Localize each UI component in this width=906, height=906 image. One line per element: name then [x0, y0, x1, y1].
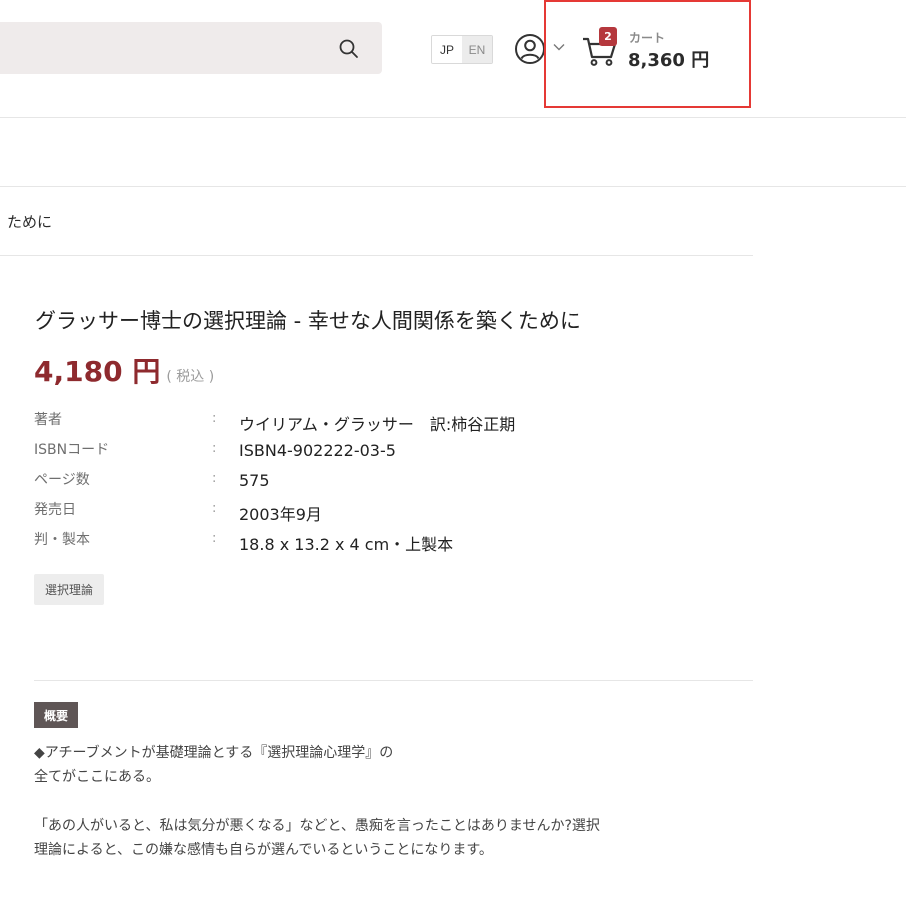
language-switch: JP EN: [431, 35, 493, 64]
spec-value: ウイリアム・グラッサー 訳:柿谷正期: [239, 415, 516, 434]
spec-value: 575: [239, 471, 270, 490]
cart-count-badge: 2: [599, 27, 617, 46]
spec-row-format: 判・製本 : 18.8 x 13.2 x 4 cm・上製本: [34, 529, 674, 559]
tax-note: ( 税込 ): [166, 369, 215, 385]
spec-label: 発売日: [34, 502, 76, 518]
spec-colon: :: [212, 441, 217, 456]
spec-row-isbn: ISBNコード : ISBN4-902222-03-5: [34, 439, 674, 469]
spec-label: 著者: [34, 412, 62, 428]
lang-en-button[interactable]: EN: [462, 36, 492, 63]
search-bar[interactable]: [0, 22, 382, 74]
spec-colon: :: [212, 501, 217, 516]
summary-line: 全てがここにある。: [34, 769, 160, 785]
spec-label: ISBNコード: [34, 442, 110, 458]
summary-line: 理論によると、この嫌な感情も自らが選んでいるということになります。: [34, 842, 493, 858]
nav-bar: [0, 118, 906, 187]
site-header: JP EN 2 カート 8,360 円: [0, 0, 906, 118]
search-input[interactable]: [10, 22, 320, 74]
spec-label: ページ数: [34, 472, 90, 488]
spec-value: 2003年9月: [239, 505, 322, 524]
spec-row-release: 発売日 : 2003年9月: [34, 499, 674, 529]
cart-label[interactable]: カート: [629, 29, 665, 46]
cart-total[interactable]: 8,360 円: [628, 46, 709, 72]
summary-line: 「あの人がいると、私は気分が悪くなる」などと、愚痴を言ったことはありませんか?選…: [34, 818, 600, 834]
breadcrumb: ために: [0, 187, 753, 256]
spec-row-author: 著者 : ウイリアム・グラッサー 訳:柿谷正期: [34, 409, 674, 439]
spec-value: ISBN4-902222-03-5: [239, 441, 396, 460]
lang-jp-button[interactable]: JP: [432, 36, 462, 63]
product-price: 4,180 円: [34, 355, 161, 388]
summary-heading: 概要: [34, 702, 79, 728]
category-tag[interactable]: 選択理論: [34, 574, 105, 605]
product-title: グラッサー博士の選択理論 - 幸せな人間関係を築くために: [35, 309, 581, 333]
spec-colon: :: [212, 471, 217, 486]
spec-value: 18.8 x 13.2 x 4 cm・上製本: [239, 535, 454, 554]
summary-line: ◆アチーブメントが基礎理論とする『選択理論心理学』の: [34, 745, 394, 761]
user-icon[interactable]: [513, 32, 547, 66]
spec-label: 判・製本: [34, 532, 90, 548]
spec-table: 著者 : ウイリアム・グラッサー 訳:柿谷正期 ISBNコード : ISBN4-…: [34, 409, 674, 559]
price-row: 4,180 円 ( 税込 ): [34, 350, 214, 390]
summary-body: ◆アチーブメントが基礎理論とする『選択理論心理学』の 全てがここにある。 「あの…: [34, 741, 764, 862]
search-icon[interactable]: [337, 37, 361, 61]
spec-colon: :: [212, 411, 217, 426]
spec-row-pages: ページ数 : 575: [34, 469, 674, 499]
section-divider: [34, 680, 753, 681]
breadcrumb-current: ために: [7, 213, 53, 231]
spec-colon: :: [212, 531, 217, 546]
